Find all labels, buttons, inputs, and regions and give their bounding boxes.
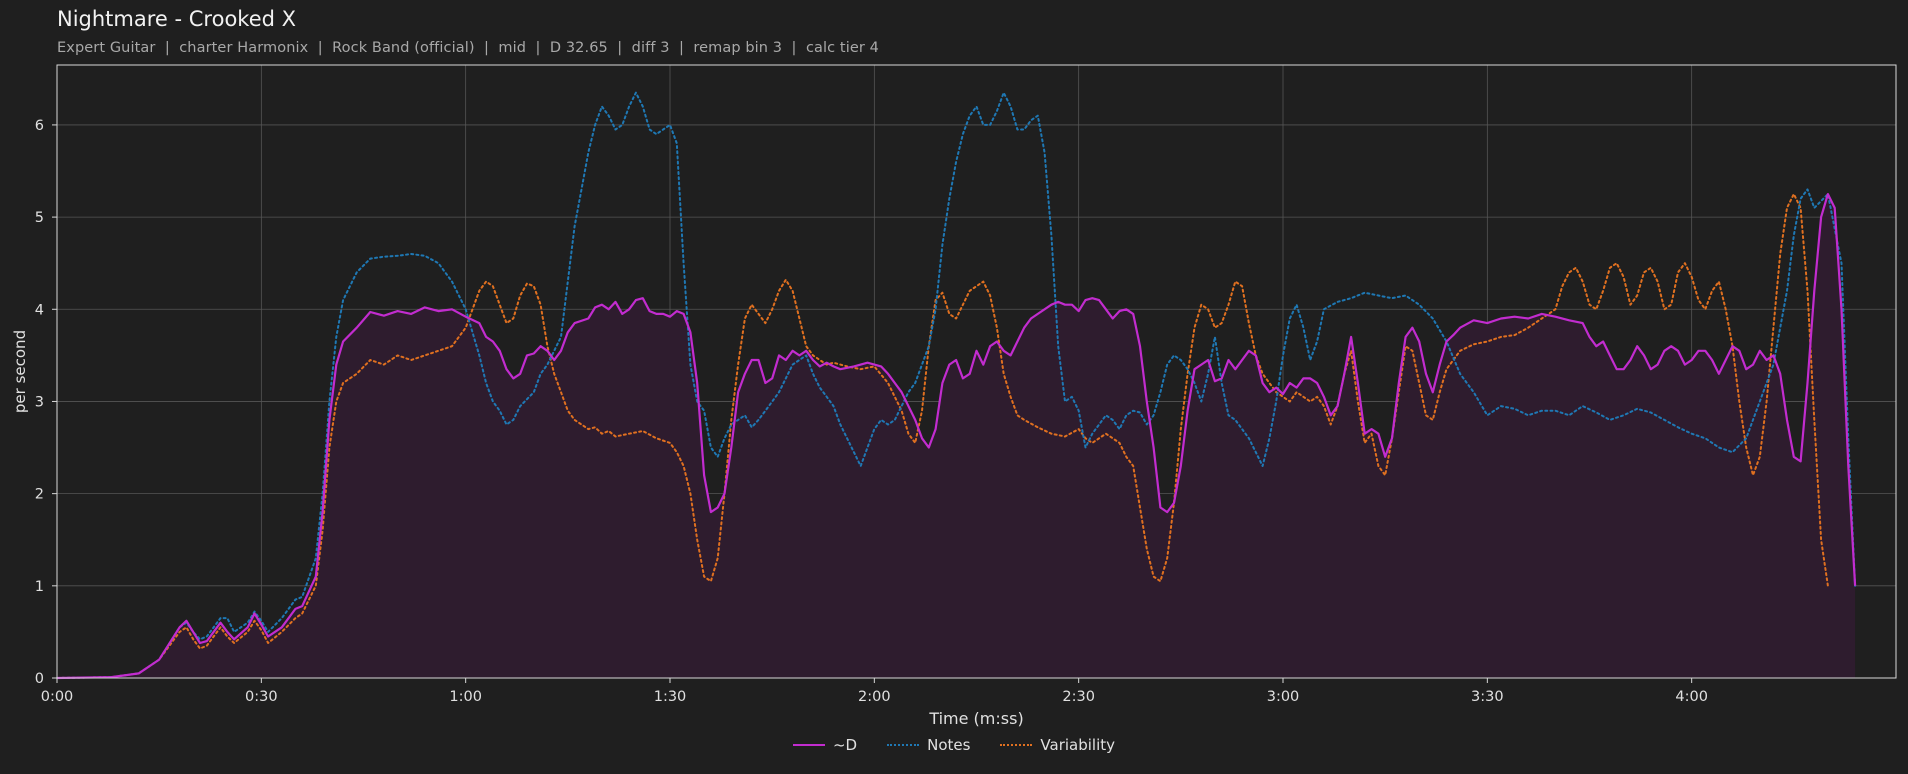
- legend-item-variability: Variability: [1000, 736, 1115, 754]
- chart-legend: ~D Notes Variability: [0, 736, 1908, 754]
- x-tick-label: 3:00: [1267, 689, 1300, 705]
- x-tick-label: 4:00: [1675, 689, 1708, 705]
- legend-label-d: ~D: [832, 736, 858, 754]
- legend-label-notes: Notes: [927, 736, 971, 754]
- y-tick-label: 5: [35, 210, 44, 226]
- y-tick-label: 4: [35, 302, 44, 318]
- x-tick-label: 0:30: [245, 689, 278, 705]
- y-axis-label: per second: [11, 330, 29, 413]
- legend-swatch-d: [792, 744, 825, 746]
- x-tick-label: 2:00: [858, 689, 891, 705]
- x-axis-label: Time (m:ss): [928, 709, 1023, 728]
- y-tick-label: 2: [35, 487, 44, 503]
- y-tick-label: 6: [35, 118, 44, 134]
- legend-label-variability: Variability: [1040, 736, 1116, 754]
- y-tick-label: 1: [35, 579, 44, 595]
- x-tick-label: 1:30: [654, 689, 687, 705]
- legend-swatch-notes: [887, 744, 920, 746]
- x-tick-label: 3:30: [1471, 689, 1504, 705]
- y-tick-label: 3: [35, 394, 44, 410]
- x-tick-label: 1:00: [449, 689, 482, 705]
- legend-swatch-variability: [1000, 744, 1033, 746]
- legend-item-notes: Notes: [887, 736, 970, 754]
- y-tick-label: 0: [35, 671, 44, 687]
- x-tick-label: 0:00: [41, 689, 74, 705]
- x-tick-label: 2:30: [1062, 689, 1095, 705]
- chart-canvas: 0:00 0:30 1:00 1:30 2:00 2:30 3:00 3:30 4:00 0 1 2 3…: [11, 64, 1897, 728]
- legend-item-d: ~D: [792, 736, 858, 754]
